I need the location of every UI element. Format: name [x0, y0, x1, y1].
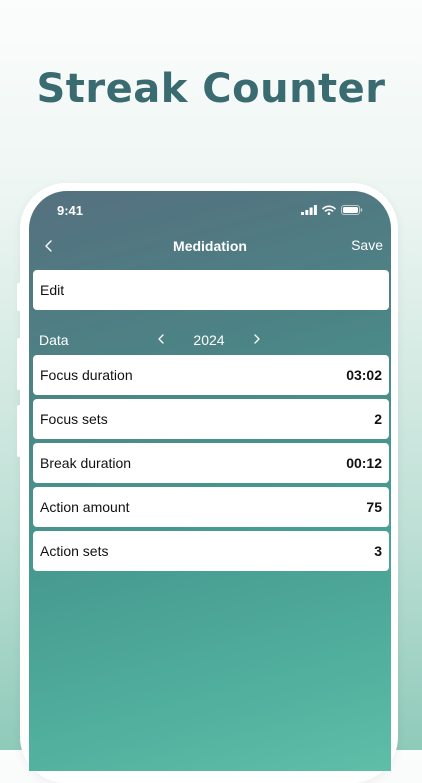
stat-value: 03:02	[346, 367, 382, 383]
stat-row-action-amount[interactable]: Action amount 75	[33, 487, 389, 527]
stat-row-action-sets[interactable]: Action sets 3	[33, 531, 389, 571]
status-time: 9:41	[57, 203, 84, 218]
chevron-right-icon[interactable]	[250, 331, 264, 347]
edit-label: Edit	[40, 282, 65, 298]
mute-switch	[17, 283, 22, 311]
volume-down-button	[17, 405, 22, 457]
app-screen: 9:41 Medidation Save Edit Data 2024 Focu…	[29, 191, 391, 771]
stat-label: Focus duration	[40, 367, 133, 383]
edit-button[interactable]: Edit	[33, 270, 389, 310]
nav-bar: Medidation Save	[29, 231, 391, 261]
status-icons	[301, 205, 363, 215]
stat-label: Action amount	[40, 499, 130, 515]
year-value: 2024	[193, 332, 225, 348]
wifi-icon	[322, 205, 336, 215]
data-year-selector: Data 2024	[29, 326, 391, 352]
headline: Streak Counter	[36, 66, 386, 112]
chevron-left-icon[interactable]	[154, 331, 168, 347]
battery-icon	[341, 205, 363, 215]
page-title: Medidation	[173, 238, 247, 254]
volume-up-button	[17, 338, 22, 390]
stat-value: 2	[374, 411, 382, 427]
stat-row-break-duration[interactable]: Break duration 00:12	[33, 443, 389, 483]
stat-value: 3	[374, 543, 382, 559]
stat-row-focus-duration[interactable]: Focus duration 03:02	[33, 355, 389, 395]
cellular-signal-icon	[301, 205, 317, 215]
save-button[interactable]: Save	[351, 237, 383, 253]
stat-value: 00:12	[346, 455, 382, 471]
data-label: Data	[39, 332, 69, 348]
stat-label: Break duration	[40, 455, 132, 471]
stat-value: 75	[366, 499, 382, 515]
status-bar: 9:41	[29, 191, 391, 231]
stat-label: Focus sets	[40, 411, 108, 427]
stat-label: Action sets	[40, 543, 109, 559]
stat-row-focus-sets[interactable]: Focus sets 2	[33, 399, 389, 439]
